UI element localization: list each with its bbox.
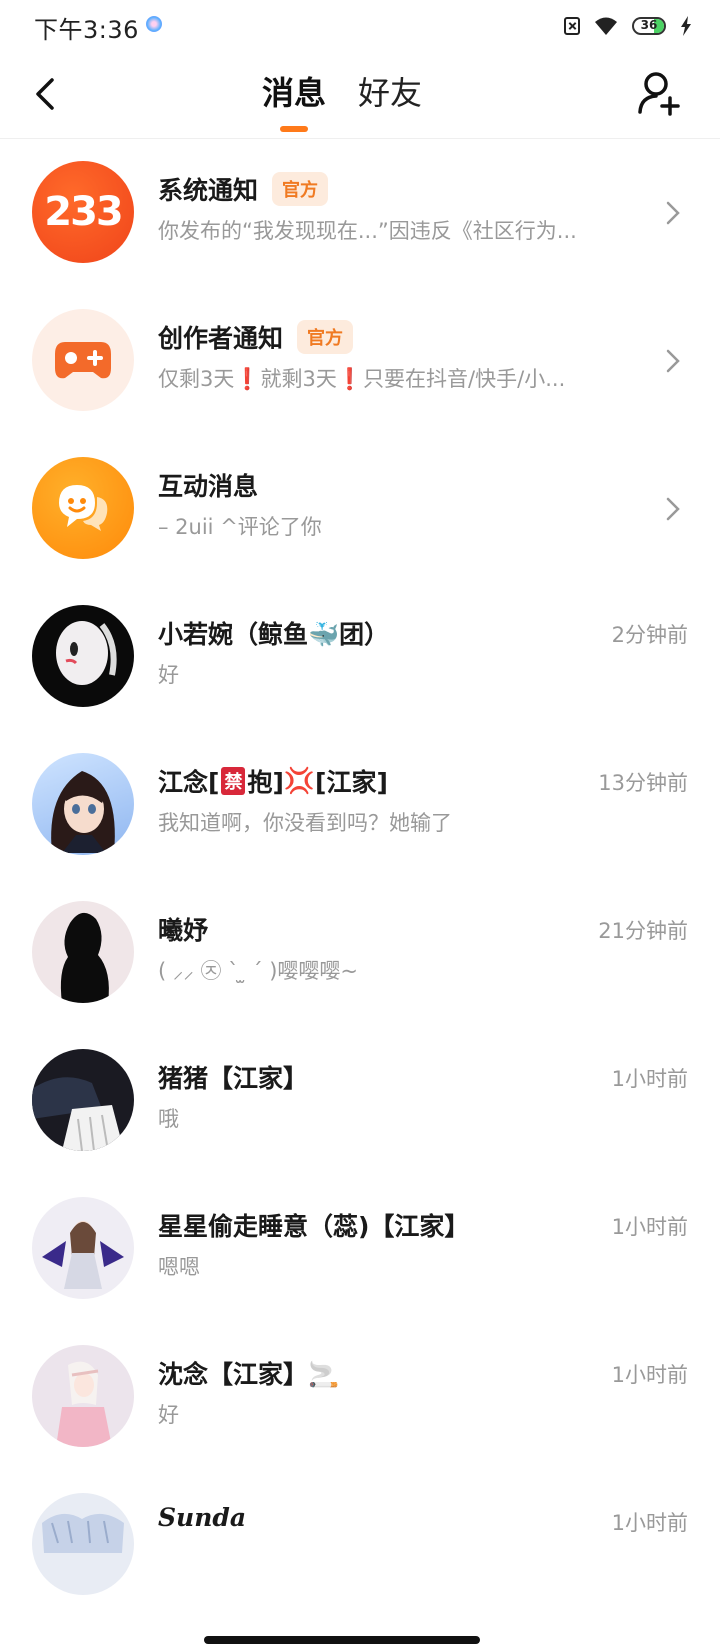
message-time: 1小时前 (611, 1511, 688, 1535)
list-item-system-notice[interactable]: 233 系统通知 官方 你发布的“我发现现在...”因违反《社区行为... (0, 139, 720, 287)
conversation-title: 互动消息 (158, 467, 258, 503)
message-time: 21分钟前 (598, 919, 688, 943)
message-preview: 我知道啊，你没看到吗？她输了 (158, 811, 452, 835)
message-time: 2分钟前 (611, 623, 688, 647)
list-item-conversation[interactable]: 曦妤 21分钟前 ( ⸝⸝ ㉨ ˋ ̫ ˊ )嘤嘤嘤~ (0, 879, 720, 1027)
preview-text: 仅剩3天 (158, 367, 235, 391)
tab-messages[interactable]: 消息 (262, 68, 326, 132)
back-arrow-icon[interactable] (28, 72, 68, 116)
tab-friends[interactable]: 好友 (358, 68, 422, 132)
message-preview: 仅剩3天❗就剩3天❗只要在抖音/快手/小... (158, 363, 565, 393)
conversation-name: 小若婉（鲸鱼🐳团） (158, 620, 390, 649)
header: 消息 好友 (0, 52, 720, 139)
conversation-name: 曦妤 (158, 916, 209, 945)
official-badge: 官方 (297, 320, 354, 354)
conversation-title: 创作者通知 官方 (158, 319, 354, 355)
exclamation-emoji: ❗ (234, 367, 261, 391)
message-time: 1小时前 (611, 1363, 688, 1387)
list-item-conversation[interactable]: 小若婉（鲸鱼🐳团） 2分钟前 好 (0, 583, 720, 731)
wifi-icon (595, 17, 617, 35)
status-bar: 下午3:36 36 (0, 0, 720, 52)
name-text: 抱] (247, 768, 284, 797)
active-tab-indicator (280, 126, 308, 132)
conversation-name: 江念[禁抱] 💢 [江家] (158, 763, 388, 799)
gamepad-icon (55, 342, 111, 379)
message-preview: ( ⸝⸝ ㉨ ˋ ̫ ˊ )嘤嘤嘤~ (158, 959, 359, 983)
avatar (32, 1197, 134, 1299)
list-item-conversation[interactable]: 江念[禁抱] 💢 [江家] 13分钟前 我知道啊，你没看到吗？她输了 (0, 731, 720, 879)
chat-bubble-icon (59, 485, 108, 531)
avatar (32, 605, 134, 707)
add-friend-icon[interactable] (636, 70, 682, 116)
avatar (32, 1049, 134, 1151)
ban-emoji: 禁 (221, 767, 246, 795)
conversation-name: 沈念【江家】🚬 (158, 1360, 340, 1389)
conversation-name: 猪猪【江家】 (158, 1064, 309, 1093)
list-item-conversation[interactable]: 沈念【江家】🚬 1小时前 好 (0, 1323, 720, 1471)
list-item-conversation[interactable]: 星星偷走睡意（蕊)【江家】 1小时前 嗯嗯 (0, 1175, 720, 1323)
message-preview: 你发布的“我发现现在...”因违反《社区行为... (158, 219, 577, 243)
name-text: [江家] (315, 768, 388, 797)
message-time: 1小时前 (611, 1215, 688, 1239)
anger-emoji: 💢 (283, 766, 316, 795)
conversation-name: 星星偷走睡意（蕊)【江家】 (158, 1212, 470, 1241)
message-time: 1小时前 (611, 1067, 688, 1091)
list-item-interaction[interactable]: 互动消息 – 2uii ^评论了你 (0, 435, 720, 583)
preview-text: 就剩3天 (260, 367, 337, 391)
sim-error-icon (564, 17, 580, 35)
status-time: 下午3:36 (34, 16, 139, 44)
tab-friends-label: 好友 (358, 74, 423, 112)
name-text: 江念[ (158, 768, 220, 797)
conversation-title: 系统通知 官方 (158, 171, 329, 207)
conversation-name: 系统通知 (158, 176, 259, 205)
preview-text: 只要在抖音/快手/小... (363, 367, 566, 391)
battery-icon: 36 (632, 17, 666, 35)
list-item-conversation[interactable]: Sunda 1小时前 (0, 1471, 720, 1619)
chevron-right-icon (666, 201, 680, 225)
avatar-logo-text: 233 (44, 189, 123, 235)
tab-messages-label: 消息 (262, 74, 327, 112)
conversation-name: Sunda (158, 1503, 247, 1532)
avatar (32, 1493, 134, 1595)
avatar (32, 753, 134, 855)
message-list: 233 系统通知 官方 你发布的“我发现现在...”因违反《社区行为... 创作… (0, 139, 720, 1619)
creator-notice-avatar (32, 309, 134, 411)
chevron-right-icon (666, 349, 680, 373)
conversation-name: 创作者通知 (158, 324, 284, 353)
avatar (32, 1345, 134, 1447)
message-preview: – 2uii ^评论了你 (158, 515, 322, 539)
list-item-conversation[interactable]: 猪猪【江家】 1小时前 哦 (0, 1027, 720, 1175)
battery-level: 36 (640, 18, 658, 32)
message-time: 13分钟前 (598, 771, 688, 795)
charging-bolt-icon (681, 16, 691, 36)
interaction-avatar (32, 457, 134, 559)
exclamation-emoji: ❗ (336, 367, 364, 391)
message-preview: 嗯嗯 (158, 1255, 200, 1279)
avatar (32, 901, 134, 1003)
official-badge: 官方 (272, 172, 329, 206)
home-indicator[interactable] (204, 1636, 480, 1644)
chevron-right-icon (666, 497, 680, 521)
conversation-name: 互动消息 (158, 472, 259, 501)
list-item-creator-notice[interactable]: 创作者通知 官方 仅剩3天❗就剩3天❗只要在抖音/快手/小... (0, 287, 720, 435)
message-preview: 好 (158, 1403, 179, 1427)
status-icons: 36 (564, 14, 692, 38)
message-preview: 好 (158, 663, 179, 687)
system-notice-avatar: 233 (32, 161, 134, 263)
message-preview: 哦 (158, 1107, 179, 1131)
tab-bar: 消息 好友 (262, 68, 422, 132)
app-notification-icon (146, 16, 162, 32)
